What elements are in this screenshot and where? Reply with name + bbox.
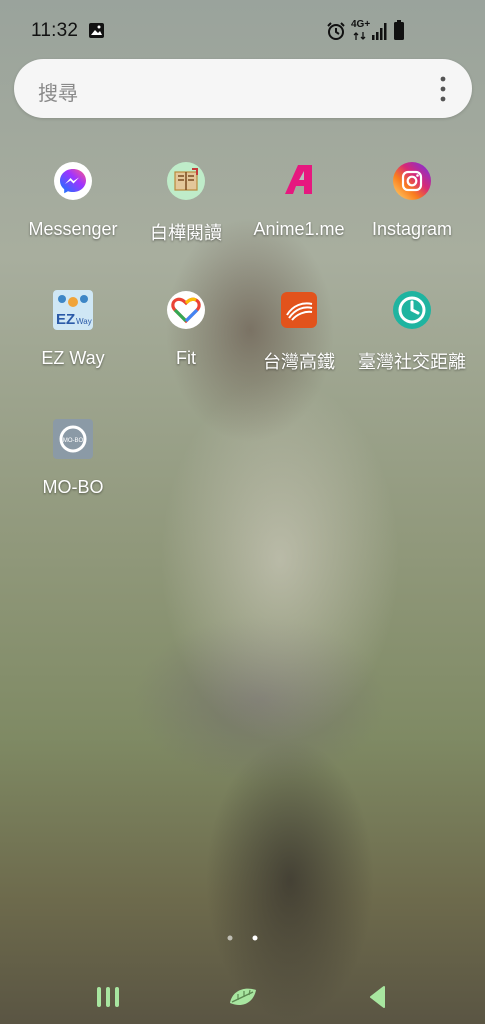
network-type-label: 4G+ bbox=[351, 19, 371, 30]
search-bar[interactable]: 搜尋 bbox=[14, 59, 472, 118]
fit-heart-icon bbox=[167, 291, 205, 329]
clock-time: 11:32 bbox=[31, 20, 79, 41]
mobo-icon: MO-BO bbox=[53, 419, 93, 459]
home-icon[interactable] bbox=[226, 981, 260, 1013]
app-fit[interactable]: Fit bbox=[129, 290, 243, 369]
app-label: 台灣高鐵 bbox=[263, 352, 335, 372]
search-input[interactable]: 搜尋 bbox=[38, 77, 78, 106]
app-label: MO-BO bbox=[42, 477, 104, 497]
app-label: 臺灣社交距離 bbox=[358, 352, 466, 372]
app-anime1[interactable]: Anime1.me bbox=[242, 161, 356, 240]
back-icon[interactable] bbox=[366, 985, 388, 1009]
navigation-bar bbox=[0, 964, 485, 1024]
status-bar: 11:32 4G+ bbox=[0, 0, 485, 62]
app-label: EZ Way bbox=[41, 348, 105, 368]
app-label: Instagram bbox=[371, 219, 453, 239]
battery-icon bbox=[394, 20, 404, 40]
svg-text:EZ: EZ bbox=[56, 311, 75, 328]
anime1-icon bbox=[285, 165, 312, 194]
image-icon bbox=[89, 23, 104, 38]
app-mo-bo[interactable]: MO-BO MO-BO bbox=[16, 419, 130, 498]
book-icon bbox=[167, 162, 205, 200]
app-social-distance[interactable]: 臺灣社交距離 bbox=[355, 290, 469, 374]
instagram-icon bbox=[393, 162, 431, 200]
app-thsr[interactable]: 台灣高鐵 bbox=[242, 290, 356, 374]
page-indicator bbox=[227, 935, 258, 941]
recent-apps-icon[interactable] bbox=[96, 986, 120, 1008]
messenger-icon bbox=[54, 162, 92, 200]
social-distance-icon bbox=[393, 291, 431, 329]
app-instagram[interactable]: Instagram bbox=[355, 161, 469, 240]
page-dot[interactable] bbox=[227, 935, 233, 941]
app-label: Messenger bbox=[28, 219, 118, 239]
network-arrows-icon bbox=[353, 32, 366, 40]
app-ez-way[interactable]: EZ Way EZ Way bbox=[16, 290, 130, 369]
app-messenger[interactable]: Messenger bbox=[16, 161, 130, 240]
ez-way-icon: EZ Way bbox=[53, 290, 93, 330]
app-label: Anime1.me bbox=[253, 219, 345, 239]
more-options-icon[interactable] bbox=[438, 75, 448, 103]
app-label: Fit bbox=[176, 348, 196, 368]
svg-text:Way: Way bbox=[76, 317, 92, 326]
svg-text:MO-BO: MO-BO bbox=[63, 438, 84, 444]
signal-icon bbox=[372, 23, 387, 40]
alarm-icon bbox=[327, 22, 345, 40]
app-label: 白樺閱讀 bbox=[150, 223, 222, 243]
app-birch-reading[interactable]: 白樺閱讀 bbox=[129, 161, 243, 245]
page-dot-active[interactable] bbox=[252, 935, 258, 941]
thsr-icon bbox=[281, 292, 317, 328]
